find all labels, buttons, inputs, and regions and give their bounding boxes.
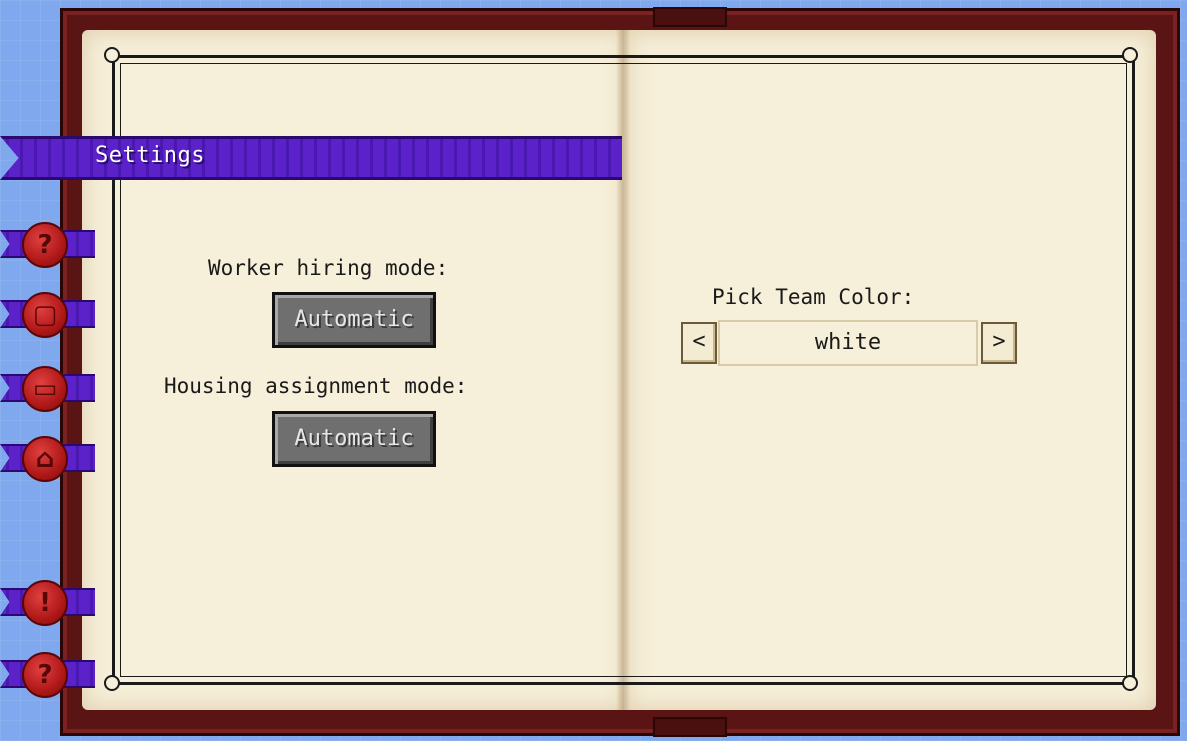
frame-corner — [104, 47, 120, 63]
team-color-label: Pick Team Color: — [712, 285, 915, 309]
frame-corner — [1122, 675, 1138, 691]
next-color-button[interactable]: > — [981, 322, 1017, 364]
sidebar-tab-help[interactable]: ? — [0, 222, 95, 268]
settings-ribbon — [0, 136, 622, 180]
sidebar-tab-alerts[interactable]: ! — [0, 580, 95, 626]
frame-corner — [104, 675, 120, 691]
question-seal-icon: ? — [22, 652, 68, 698]
team-color-value: white — [718, 320, 978, 366]
question-seal-icon: ? — [22, 222, 68, 268]
house-seal-icon: ⌂ — [22, 436, 68, 482]
document-seal-icon: ▭ — [22, 366, 68, 412]
worker-hiring-label: Worker hiring mode: — [208, 256, 449, 280]
housing-assignment-label: Housing assignment mode: — [164, 374, 468, 398]
page-frame-inner-right — [630, 63, 1127, 677]
page-title: Settings — [95, 143, 205, 168]
spine-bottom — [653, 717, 727, 737]
sidebar-tab-housing[interactable]: ⌂ — [0, 436, 95, 482]
spine-top — [653, 7, 727, 27]
sidebar-tab-info[interactable]: ▭ — [0, 366, 95, 412]
worker-hiring-mode-button[interactable]: Automatic — [272, 292, 436, 348]
prev-color-button[interactable]: < — [681, 322, 717, 364]
sidebar-tab-overview[interactable]: ▢ — [0, 292, 95, 338]
housing-assignment-mode-button[interactable]: Automatic — [272, 411, 436, 467]
square-seal-icon: ▢ — [22, 292, 68, 338]
exclamation-seal-icon: ! — [22, 580, 68, 626]
sidebar-tab-help-2[interactable]: ? — [0, 652, 95, 698]
frame-corner — [1122, 47, 1138, 63]
